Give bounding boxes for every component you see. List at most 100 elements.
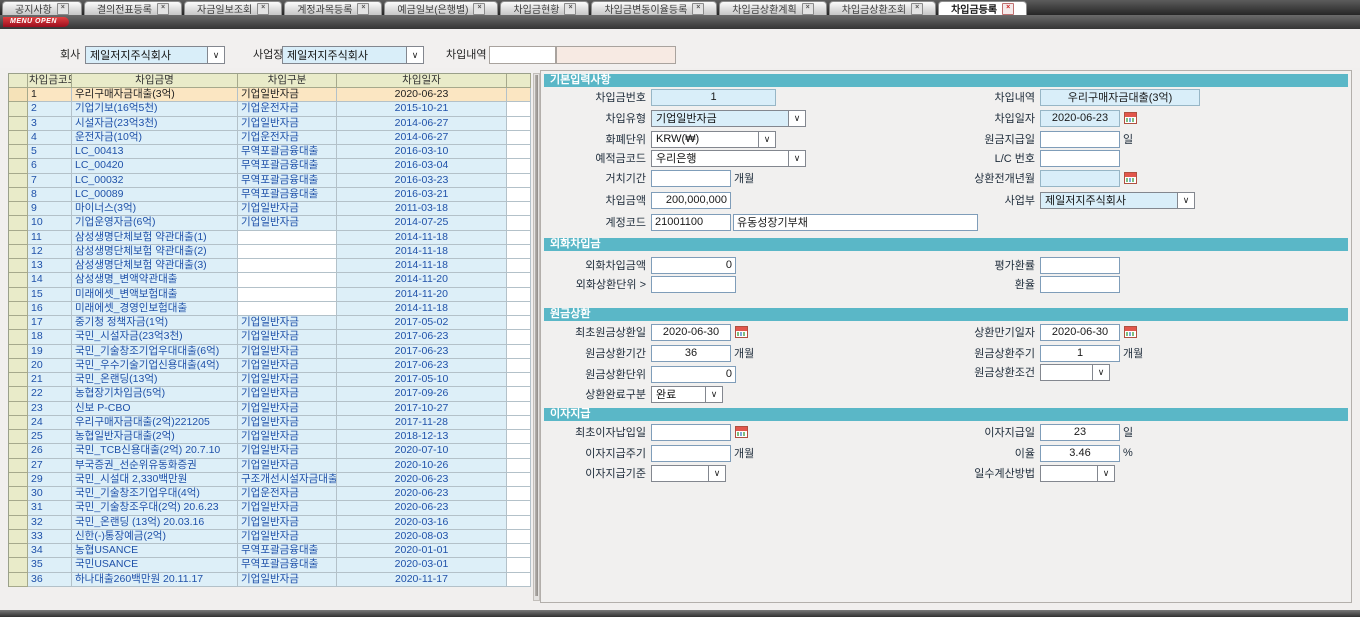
table-row[interactable]: 10기업운영자금(6억)기업일반자금2014-07-25: [9, 216, 531, 230]
calendar-icon[interactable]: [1124, 326, 1137, 338]
site-select[interactable]: 제일저지주식회사 ∨: [282, 46, 424, 64]
tab-차입금상환조회[interactable]: 차입금상환조회×: [829, 1, 936, 15]
grace-period-input[interactable]: [651, 170, 731, 187]
table-row[interactable]: 6LC_00420무역포괄금융대출2016-03-04: [9, 159, 531, 173]
tab-예금일보(은행별)[interactable]: 예금일보(은행별)×: [384, 1, 498, 15]
tab-공지사항[interactable]: 공지사항×: [2, 1, 82, 15]
tab-계정과목등록[interactable]: 계정과목등록×: [284, 1, 382, 15]
interest-basis-select[interactable]: ∨: [651, 465, 726, 482]
first-repay-date-input[interactable]: [651, 324, 731, 341]
chevron-down-icon[interactable]: ∨: [789, 150, 806, 167]
table-row[interactable]: 34농협USANCE무역포괄금융대출2020-01-01: [9, 544, 531, 558]
calendar-icon[interactable]: [735, 326, 748, 338]
table-row[interactable]: 1우리구매자금대출(3억)기업일반자금2020-06-23: [9, 88, 531, 102]
tab-close-icon[interactable]: ×: [57, 3, 69, 15]
chevron-down-icon[interactable]: ∨: [706, 386, 723, 403]
lc-no-input[interactable]: [1040, 150, 1120, 167]
calendar-icon[interactable]: [735, 426, 748, 438]
tab-차입금등록[interactable]: 차입금등록×: [938, 1, 1027, 15]
chevron-down-icon[interactable]: ∨: [759, 131, 776, 148]
table-row[interactable]: 29국민_시설대 2,330백만원구조개선시설자금대출2020-06-23: [9, 473, 531, 487]
header-cell-date[interactable]: 차입일자: [337, 74, 507, 88]
chevron-down-icon[interactable]: ∨: [789, 110, 806, 127]
first-interest-date-input[interactable]: [651, 424, 731, 441]
chevron-down-icon[interactable]: ∨: [709, 465, 726, 482]
day-count-method-select[interactable]: ∨: [1040, 465, 1115, 482]
tab-close-icon[interactable]: ×: [911, 3, 923, 15]
menu-open-button[interactable]: MENU OPEN: [3, 17, 69, 27]
table-row[interactable]: 32국민_온랜딩 (13억) 20.03.16기업일반자금2020-03-16: [9, 516, 531, 530]
table-row[interactable]: 8LC_00089무역포괄금융대출2016-03-21: [9, 188, 531, 202]
header-cell-type[interactable]: 차입구분: [238, 74, 337, 88]
loan-no-input[interactable]: [651, 89, 776, 106]
tab-close-icon[interactable]: ×: [473, 3, 485, 15]
table-row[interactable]: 24우리구매자금대출(2억)221205기업일반자금2017-11-28: [9, 416, 531, 430]
header-cell-name[interactable]: 차입금명: [72, 74, 238, 88]
loan-search-input[interactable]: [489, 46, 556, 64]
account-name-input[interactable]: [733, 214, 978, 231]
tab-close-icon[interactable]: ×: [157, 3, 169, 15]
table-row[interactable]: 25농협일반자금대출(2억)기업일반자금2018-12-13: [9, 430, 531, 444]
chevron-down-icon[interactable]: ∨: [1093, 364, 1110, 381]
table-row[interactable]: 12삼성생명단체보험 약관대출(2)2014-11-18: [9, 245, 531, 259]
tab-close-icon[interactable]: ×: [802, 3, 814, 15]
interest-cycle-input[interactable]: [651, 445, 731, 462]
company-select[interactable]: 제일저지주식회사 ∨: [85, 46, 225, 64]
calendar-icon[interactable]: [1124, 112, 1137, 124]
table-row[interactable]: 9마이너스(3억)기업일반자금2011-03-18: [9, 202, 531, 216]
table-row[interactable]: 35국민USANCE무역포괄금융대출2020-03-01: [9, 558, 531, 572]
table-row[interactable]: 7LC_00032무역포괄금융대출2016-03-23: [9, 174, 531, 188]
tab-차입금현황[interactable]: 차입금현황×: [500, 1, 589, 15]
chevron-down-icon[interactable]: ∨: [208, 46, 225, 64]
tab-close-icon[interactable]: ×: [564, 3, 576, 15]
table-row[interactable]: 31국민_기술창조우대(2억) 20.6.23기업일반자금2020-06-23: [9, 501, 531, 515]
tab-차입금상환계획[interactable]: 차입금상환계획×: [719, 1, 826, 15]
repay-unit-input[interactable]: [651, 366, 736, 383]
eval-rate-input[interactable]: [1040, 257, 1120, 274]
deposit-code-select[interactable]: 우리은행 ∨: [651, 150, 806, 167]
fx-repay-unit-input[interactable]: [651, 276, 736, 293]
scrollbar-thumb[interactable]: [535, 75, 538, 596]
account-code-input[interactable]: [651, 214, 731, 231]
table-row[interactable]: 19국민_기술창조기업우대대출(6억)기업일반자금2017-06-23: [9, 345, 531, 359]
principal-pay-day-input[interactable]: [1040, 131, 1120, 148]
table-row[interactable]: 13삼성생명단체보험 약관대출(3)2014-11-18: [9, 259, 531, 273]
tab-결의전표등록[interactable]: 결의전표등록×: [84, 1, 182, 15]
table-row[interactable]: 26국민_TCB신용대출(2억) 20.7.10기업일반자금2020-07-10: [9, 444, 531, 458]
tab-차입금변동이율등록[interactable]: 차입금변동이율등록×: [591, 1, 717, 15]
table-row[interactable]: 4운전자금(10억)기업운전자금2014-06-27: [9, 131, 531, 145]
table-row[interactable]: 18국민_시설자금(23억3천)기업일반자금2017-06-23: [9, 330, 531, 344]
repay-open-ym-input[interactable]: [1040, 170, 1120, 187]
maturity-date-input[interactable]: [1040, 324, 1120, 341]
table-row[interactable]: 14삼성생명_변액약관대출2014-11-20: [9, 273, 531, 287]
loan-date-input[interactable]: [1040, 110, 1120, 127]
table-row[interactable]: 21국민_온랜딩(13억)기업일반자금2017-05-10: [9, 373, 531, 387]
repay-complete-select[interactable]: 완료 ∨: [651, 386, 723, 403]
division-select[interactable]: 제일저지주식회사 ∨: [1040, 192, 1195, 209]
tab-close-icon[interactable]: ×: [357, 3, 369, 15]
header-cell-code[interactable]: 차입금코드: [28, 74, 72, 88]
exchange-rate-input[interactable]: [1040, 276, 1120, 293]
loan-search-display[interactable]: [556, 46, 676, 64]
tab-close-icon[interactable]: ×: [257, 3, 269, 15]
interest-rate-input[interactable]: [1040, 445, 1120, 462]
chevron-down-icon[interactable]: ∨: [407, 46, 424, 64]
table-row[interactable]: 20국민_우수기술기업신용대출(4억)기업일반자금2017-06-23: [9, 359, 531, 373]
table-vertical-scrollbar[interactable]: [533, 73, 540, 601]
chevron-down-icon[interactable]: ∨: [1178, 192, 1195, 209]
table-row[interactable]: 33신한(-)통장예금(2억)기업일반자금2020-08-03: [9, 530, 531, 544]
table-row[interactable]: 27부국증권_선순위유동화증권기업일반자금2020-10-26: [9, 459, 531, 473]
table-row[interactable]: 15미래에셋_변액보험대출2014-11-20: [9, 288, 531, 302]
table-row[interactable]: 3시설자금(23억3천)기업일반자금2014-06-27: [9, 117, 531, 131]
loan-type-select[interactable]: 기업일반자금 ∨: [651, 110, 806, 127]
table-row[interactable]: 30국민_기술창조기업우대(4억)기업운전자금2020-06-23: [9, 487, 531, 501]
loan-desc-input[interactable]: [1040, 89, 1200, 106]
fx-amount-input[interactable]: [651, 257, 736, 274]
tab-close-icon[interactable]: ×: [1002, 3, 1014, 15]
chevron-down-icon[interactable]: ∨: [1098, 465, 1115, 482]
table-row[interactable]: 11삼성생명단체보험 약관대출(1)2014-11-18: [9, 231, 531, 245]
table-row[interactable]: 2기업기보(16억5천)기업운전자금2015-10-21: [9, 102, 531, 116]
currency-select[interactable]: KRW(₩) ∨: [651, 131, 776, 148]
table-row[interactable]: 23신보 P-CBO기업일반자금2017-10-27: [9, 402, 531, 416]
loan-amount-input[interactable]: [651, 192, 731, 209]
